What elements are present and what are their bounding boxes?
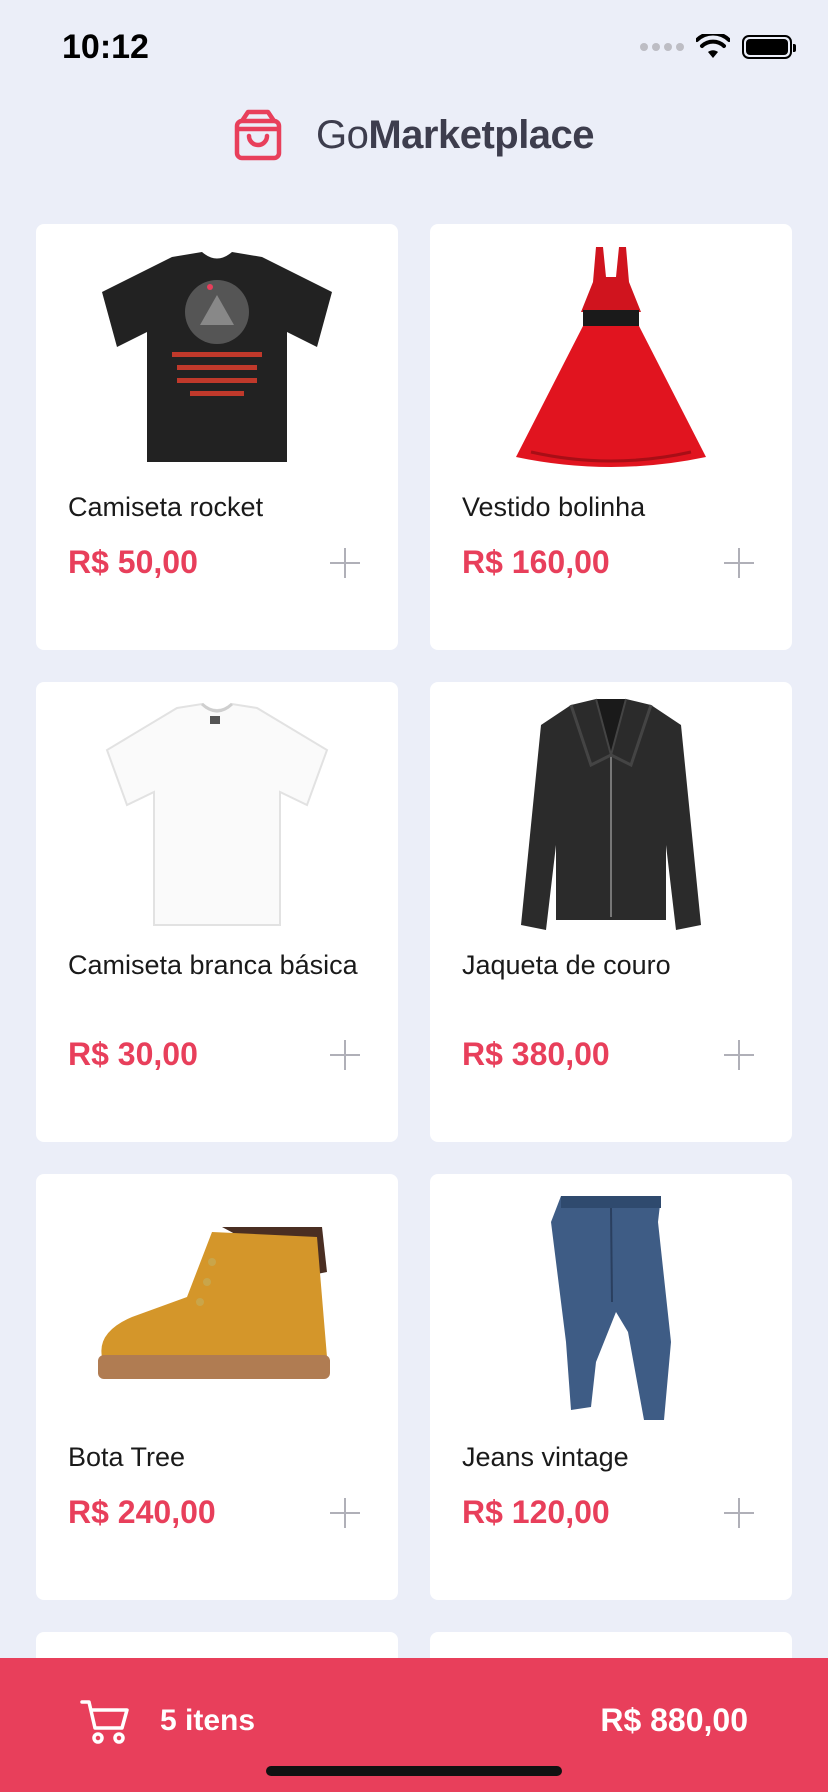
- boot-image: [98, 1227, 330, 1379]
- add-to-cart-plus-icon[interactable]: [724, 1039, 754, 1070]
- product-price: R$ 120,00: [462, 1494, 610, 1530]
- product-price: R$ 240,00: [68, 1494, 216, 1530]
- jeans-image: [551, 1196, 671, 1420]
- product-card[interactable]: Camiseta rocket R$ 50,00: [36, 224, 398, 650]
- product-price: R$ 30,00: [68, 1036, 198, 1072]
- product-card[interactable]: Jeans vintage R$ 120,00: [430, 1174, 792, 1600]
- leather-jacket-image: [521, 698, 701, 930]
- product-image: [68, 1174, 366, 1440]
- add-to-cart-plus-icon[interactable]: [330, 1497, 360, 1528]
- status-bar: 10:12: [0, 0, 828, 100]
- product-grid: Camiseta rocket R$ 50,00 Vestido bolinha…: [36, 224, 792, 1692]
- product-image: [68, 224, 366, 490]
- shopping-cart-icon: [80, 1700, 129, 1744]
- product-price: R$ 50,00: [68, 544, 198, 580]
- black-tshirt-image: [102, 252, 332, 462]
- app-title: GoMarketplace: [315, 112, 595, 158]
- app-header: GoMarketplace: [0, 100, 828, 170]
- product-card[interactable]: Jaqueta de couro R$ 380,00: [430, 682, 792, 1142]
- product-card[interactable]: Vestido bolinha R$ 160,00: [430, 224, 792, 650]
- product-card[interactable]: Bota Tree R$ 240,00: [36, 1174, 398, 1600]
- app-title-marketplace: Marketplace: [368, 112, 595, 157]
- cart-total-price: R$ 880,00: [600, 1702, 748, 1738]
- status-icons: [640, 34, 796, 60]
- product-name: Camiseta rocket: [68, 492, 264, 522]
- product-name: Jeans vintage: [462, 1442, 629, 1472]
- red-dress-image: [516, 247, 706, 467]
- add-to-cart-plus-icon[interactable]: [330, 1039, 360, 1070]
- home-indicator: [266, 1766, 562, 1776]
- product-price: R$ 380,00: [462, 1036, 610, 1072]
- product-image: [462, 682, 760, 948]
- add-to-cart-plus-icon[interactable]: [724, 547, 754, 578]
- product-price: R$ 160,00: [462, 544, 610, 580]
- status-time: 10:12: [62, 28, 149, 66]
- product-name: Vestido bolinha: [462, 492, 646, 522]
- product-name: Camiseta branca básica: [68, 950, 358, 980]
- product-image: [68, 682, 366, 948]
- product-image: [462, 1174, 760, 1440]
- shopping-bag-icon: [234, 109, 282, 161]
- cellular-signal-icon: [640, 43, 684, 51]
- add-to-cart-plus-icon[interactable]: [330, 547, 360, 578]
- wifi-icon: [696, 34, 730, 58]
- product-name: Bota Tree: [68, 1442, 186, 1472]
- product-name: Jaqueta de couro: [462, 950, 671, 980]
- white-tshirt-image: [105, 702, 329, 926]
- add-to-cart-plus-icon[interactable]: [724, 1497, 754, 1528]
- battery-icon: [742, 35, 796, 59]
- product-card[interactable]: Camiseta branca básica R$ 30,00: [36, 682, 398, 1142]
- app-title-go: Go: [315, 112, 369, 157]
- cart-item-count: 5 itens: [160, 1704, 256, 1737]
- product-image: [462, 224, 760, 490]
